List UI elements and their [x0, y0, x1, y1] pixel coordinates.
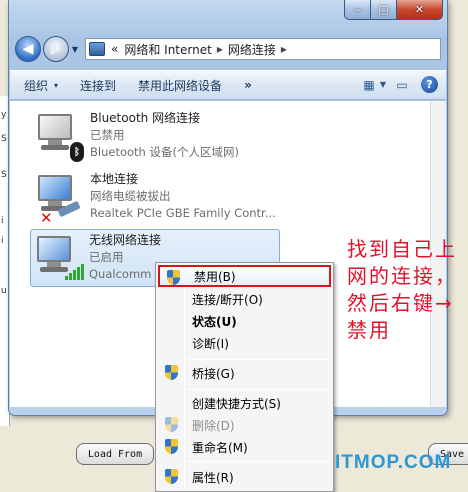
back-button[interactable]: ◀	[15, 36, 41, 62]
uac-shield-icon	[165, 439, 178, 454]
address-bar[interactable]: « 网络和 Internet ▸ 网络连接 ▸	[85, 38, 441, 60]
help-icon[interactable]: ?	[421, 76, 438, 93]
close-icon: ✕	[414, 3, 425, 16]
menu-item-disable[interactable]: 禁用(B)	[158, 265, 331, 287]
arrow-left-icon: ◀	[22, 41, 34, 57]
more-commands-button[interactable]: »	[244, 78, 252, 92]
chevron-down-icon: ▾	[54, 80, 59, 90]
navigation-bar: ◀ ▶ ▼ « 网络和 Internet ▸ 网络连接 ▸	[15, 34, 441, 64]
connection-status: 已禁用	[90, 128, 125, 142]
uac-shield-icon	[165, 469, 178, 484]
control-panel-icon	[89, 42, 105, 56]
computer-icon	[37, 236, 84, 280]
minimize-icon: ‒	[354, 3, 361, 16]
menu-item-diagnose[interactable]: 诊断(I)	[158, 332, 331, 354]
connection-status: 已启用	[89, 250, 124, 264]
load-from-button[interactable]: Load From	[76, 443, 154, 465]
connection-device: Qualcomm A	[89, 267, 163, 281]
watermark: ITMOP.COM	[335, 452, 452, 473]
menu-item-bridge[interactable]: 桥接(G)	[158, 362, 331, 384]
connection-item-bluetooth[interactable]: ᛒ Bluetooth 网络连接 已禁用 Bluetooth 设备(个人区域网)	[32, 108, 282, 166]
context-menu: 禁用(B) 连接/断开(O) 状态(U) 诊断(I) 桥接(G) 创建快捷方式(…	[155, 262, 334, 492]
change-view-icon[interactable]: ▦	[360, 77, 378, 93]
menu-separator	[187, 389, 330, 390]
menu-separator	[187, 359, 330, 360]
preview-pane-icon[interactable]: ▭	[393, 77, 411, 93]
menu-item-properties[interactable]: 属性(R)	[158, 466, 331, 488]
minimize-button[interactable]: ‒	[344, 0, 371, 20]
chevron-down-icon: ▼	[71, 44, 79, 54]
organize-button[interactable]: 组织 ▾	[24, 77, 58, 94]
error-x-icon: ✕	[40, 209, 53, 227]
connection-name: Bluetooth 网络连接	[90, 111, 201, 125]
arrow-right-icon: ▶	[50, 41, 62, 57]
bluetooth-icon: ᛒ	[70, 142, 84, 162]
uac-shield-icon	[167, 270, 180, 285]
toolbar-right: ▦ ▼ ▭ ?	[354, 76, 438, 93]
connect-to-button[interactable]: 连接到	[80, 77, 116, 94]
breadcrumb-separator[interactable]: ▸	[217, 42, 223, 56]
maximize-button[interactable]: □	[371, 0, 397, 20]
breadcrumb-overflow[interactable]: «	[111, 42, 118, 56]
menu-item-connect-disconnect[interactable]: 连接/断开(O)	[158, 288, 331, 310]
menu-separator	[187, 461, 330, 462]
history-dropdown[interactable]: ▼	[69, 45, 81, 54]
connection-name: 无线网络连接	[89, 233, 162, 247]
breadcrumb-network-internet[interactable]: 网络和 Internet	[124, 41, 211, 58]
view-dropdown-icon[interactable]: ▼	[379, 77, 387, 93]
close-button[interactable]: ✕	[397, 0, 443, 20]
menu-item-create-shortcut[interactable]: 创建快捷方式(S)	[158, 392, 331, 414]
connection-device: Bluetooth 设备(个人区域网)	[90, 145, 239, 159]
computer-icon: ᛒ	[38, 114, 84, 162]
menu-item-status[interactable]: 状态(U)	[158, 310, 331, 332]
breadcrumb-separator[interactable]: ▸	[281, 42, 287, 56]
disable-device-button[interactable]: 禁用此网络设备	[138, 77, 222, 94]
connection-item-local[interactable]: ✕ 本地连接 网络电缆被拔出 Realtek PCIe GBE Family C…	[32, 169, 282, 227]
maximize-icon: □	[378, 3, 389, 16]
wifi-signal-icon	[65, 264, 84, 280]
menu-item-rename[interactable]: 重命名(M)	[158, 436, 331, 458]
forward-button[interactable]: ▶	[43, 36, 69, 62]
connection-device: Realtek PCIe GBE Family Contr...	[90, 206, 276, 220]
uac-shield-icon	[165, 365, 178, 380]
instruction-annotation: 找到自己上网的连接，然后右键→禁用	[347, 237, 457, 342]
menu-item-delete[interactable]: 删除(D)	[158, 414, 331, 436]
computer-icon: ✕	[38, 175, 82, 227]
breadcrumb-network-connections[interactable]: 网络连接	[228, 41, 276, 58]
caption-buttons: ‒ □ ✕	[344, 0, 443, 20]
uac-shield-icon	[165, 417, 178, 432]
command-bar: 组织 ▾ 连接到 禁用此网络设备 » ▦ ▼ ▭ ?	[10, 70, 446, 100]
connection-name: 本地连接	[90, 172, 139, 186]
connection-status: 网络电缆被拔出	[90, 189, 171, 203]
